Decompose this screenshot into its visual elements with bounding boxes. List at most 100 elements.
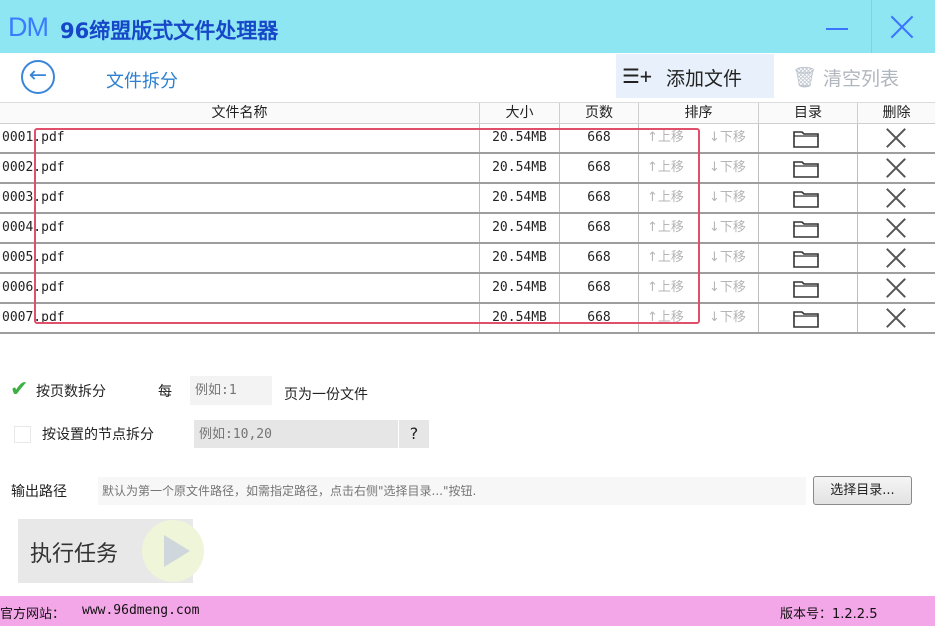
- move-down-button[interactable]: ↓下移: [709, 184, 746, 212]
- arrow-left-icon: ←: [28, 63, 48, 88]
- app-logo: DM: [8, 12, 49, 42]
- delete-cell: [858, 154, 935, 182]
- table-row[interactable]: 0005.pdf 20.54MB 668 ↑上移 ↓下移: [0, 244, 935, 274]
- move-up-button[interactable]: ↑上移: [647, 244, 684, 272]
- delete-icon[interactable]: [886, 128, 906, 148]
- page-count-cell: 668: [560, 124, 639, 152]
- directory-cell: [759, 214, 858, 242]
- pages-per-file-input[interactable]: [190, 376, 272, 405]
- folder-icon[interactable]: [793, 310, 819, 328]
- page-count-cell: 668: [560, 154, 639, 182]
- table-row[interactable]: 0007.pdf 20.54MB 668 ↑上移 ↓下移: [0, 304, 935, 334]
- move-up-button[interactable]: ↑上移: [647, 304, 684, 332]
- table-row[interactable]: 0003.pdf 20.54MB 668 ↑上移 ↓下移: [0, 184, 935, 214]
- move-up-button[interactable]: ↑上移: [647, 154, 684, 182]
- delete-icon[interactable]: [886, 308, 906, 328]
- minimize-icon[interactable]: [826, 28, 848, 30]
- folder-icon[interactable]: [793, 130, 819, 148]
- sort-cell: ↑上移 ↓下移: [639, 124, 759, 152]
- move-up-button[interactable]: ↑上移: [647, 124, 684, 152]
- page-count-cell: 668: [560, 244, 639, 272]
- move-down-button[interactable]: ↓下移: [709, 154, 746, 182]
- column-header-sort[interactable]: 排序: [639, 103, 759, 124]
- sort-cell: ↑上移 ↓下移: [639, 304, 759, 332]
- column-header-directory[interactable]: 目录: [759, 103, 858, 124]
- back-button[interactable]: ←: [21, 60, 55, 94]
- output-path-label: 输出路径: [11, 484, 67, 500]
- file-size-cell: 20.54MB: [480, 154, 560, 182]
- folder-icon[interactable]: [793, 250, 819, 268]
- execute-task-button[interactable]: 执行任务: [18, 519, 204, 583]
- directory-cell: [759, 154, 858, 182]
- delete-cell: [858, 124, 935, 152]
- table-row[interactable]: 0004.pdf 20.54MB 668 ↑上移 ↓下移: [0, 214, 935, 244]
- file-size-cell: 20.54MB: [480, 274, 560, 302]
- move-up-button[interactable]: ↑上移: [647, 214, 684, 242]
- footer: 官方网站： www.96dmeng.com 版本号：1.2.2.5: [0, 596, 935, 626]
- list-add-icon: ☰+: [622, 64, 652, 88]
- sort-cell: ↑上移 ↓下移: [639, 184, 759, 212]
- file-size-cell: 20.54MB: [480, 124, 560, 152]
- per-suffix-label: 页为一份文件: [284, 387, 368, 403]
- column-header-name[interactable]: 文件名称: [0, 103, 480, 124]
- column-header-delete[interactable]: 删除: [858, 103, 935, 124]
- split-by-pages-label[interactable]: 按页数拆分: [36, 381, 106, 401]
- file-name-cell: 0005.pdf: [0, 244, 480, 272]
- site-url-link[interactable]: www.96dmeng.com: [82, 603, 199, 618]
- split-by-nodes-label[interactable]: 按设置的节点拆分: [42, 424, 154, 444]
- delete-icon[interactable]: [886, 188, 906, 208]
- page-count-cell: 668: [560, 274, 639, 302]
- play-icon: [142, 520, 204, 582]
- trash-icon: 🗑: [792, 65, 818, 89]
- title-bar: DM 96缔盟版式文件处理器: [0, 0, 935, 53]
- table-row[interactable]: 0002.pdf 20.54MB 668 ↑上移 ↓下移: [0, 154, 935, 184]
- file-size-cell: 20.54MB: [480, 244, 560, 272]
- table-row[interactable]: 0006.pdf 20.54MB 668 ↑上移 ↓下移: [0, 274, 935, 304]
- add-file-button[interactable]: ☰+ 添加文件: [616, 54, 774, 98]
- delete-icon[interactable]: [886, 158, 906, 178]
- move-down-button[interactable]: ↓下移: [709, 274, 746, 302]
- column-header-size[interactable]: 大小: [480, 103, 560, 124]
- file-name-cell: 0006.pdf: [0, 274, 480, 302]
- move-down-button[interactable]: ↓下移: [709, 304, 746, 332]
- file-name-cell: 0001.pdf: [0, 124, 480, 152]
- table-row[interactable]: 0001.pdf 20.54MB 668 ↑上移 ↓下移: [0, 124, 935, 154]
- directory-cell: [759, 274, 858, 302]
- page-count-cell: 668: [560, 304, 639, 332]
- file-name-cell: 0002.pdf: [0, 154, 480, 182]
- page-count-cell: 668: [560, 214, 639, 242]
- execute-task-label: 执行任务: [30, 542, 119, 567]
- delete-icon[interactable]: [886, 278, 906, 298]
- split-by-nodes-checkbox[interactable]: [14, 426, 31, 443]
- delete-icon[interactable]: [886, 218, 906, 238]
- folder-icon[interactable]: [793, 280, 819, 298]
- clear-list-button[interactable]: 🗑 清空列表: [778, 54, 931, 98]
- delete-cell: [858, 274, 935, 302]
- nodes-input[interactable]: [194, 420, 398, 448]
- move-up-button[interactable]: ↑上移: [647, 274, 684, 302]
- output-path-input[interactable]: [98, 477, 806, 505]
- folder-icon[interactable]: [793, 220, 819, 238]
- move-down-button[interactable]: ↓下移: [709, 214, 746, 242]
- file-name-cell: 0003.pdf: [0, 184, 480, 212]
- close-icon[interactable]: [889, 14, 915, 40]
- delete-cell: [858, 184, 935, 212]
- delete-cell: [858, 214, 935, 242]
- per-label: 每: [158, 384, 172, 400]
- move-down-button[interactable]: ↓下移: [709, 244, 746, 272]
- folder-icon[interactable]: [793, 160, 819, 178]
- move-up-button[interactable]: ↑上移: [647, 184, 684, 212]
- check-icon[interactable]: ✔: [10, 377, 28, 402]
- help-button[interactable]: ?: [399, 420, 429, 448]
- column-header-pages[interactable]: 页数: [560, 103, 639, 124]
- clear-list-label: 清空列表: [823, 68, 900, 90]
- file-size-cell: 20.54MB: [480, 304, 560, 332]
- delete-icon[interactable]: [886, 248, 906, 268]
- choose-directory-button[interactable]: 选择目录...: [813, 476, 912, 505]
- folder-icon[interactable]: [793, 190, 819, 208]
- move-down-button[interactable]: ↓下移: [709, 124, 746, 152]
- file-name-cell: 0004.pdf: [0, 214, 480, 242]
- sort-cell: ↑上移 ↓下移: [639, 244, 759, 272]
- directory-cell: [759, 184, 858, 212]
- title-divider: [871, 0, 872, 53]
